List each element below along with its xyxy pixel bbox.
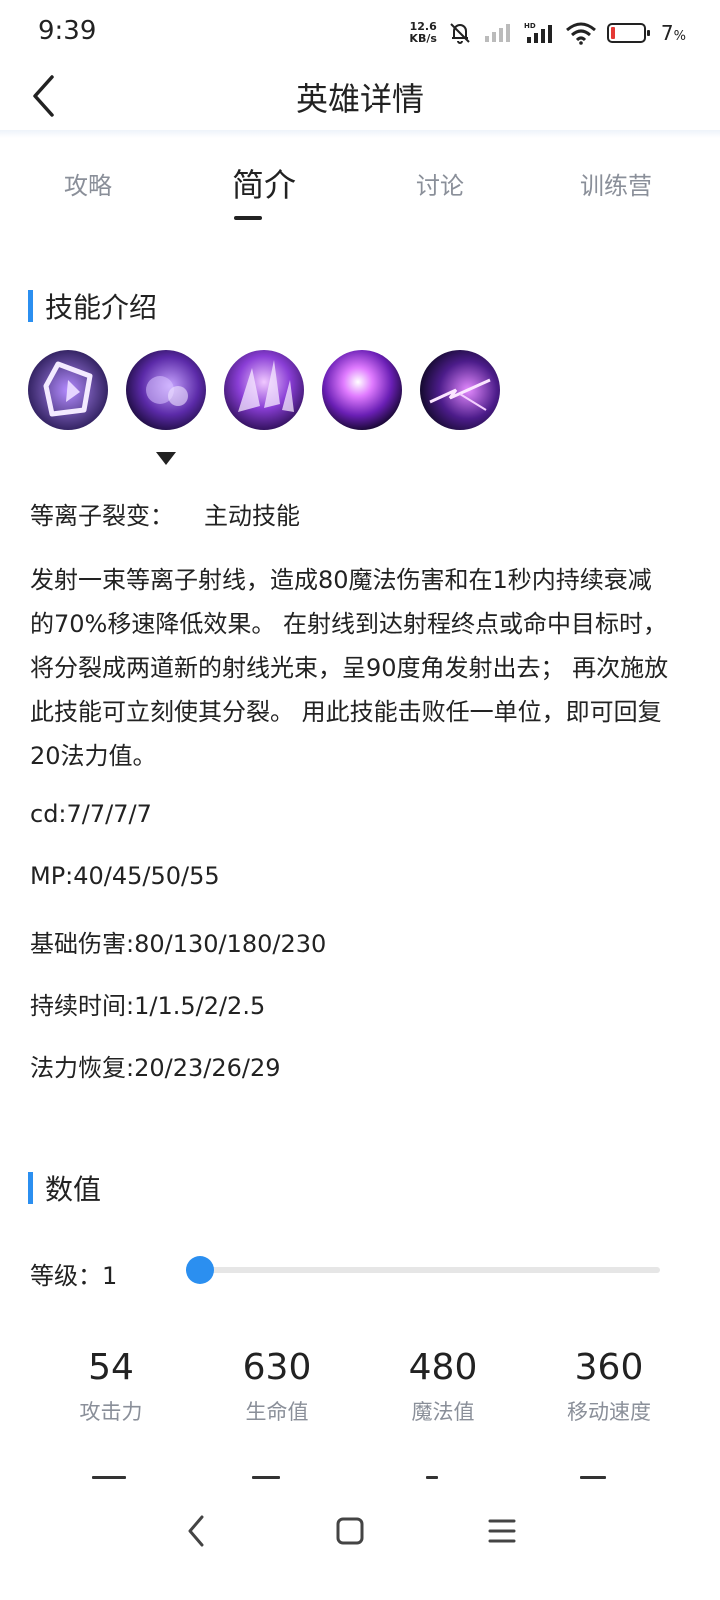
skill-description: 发射一束等离子射线，造成80魔法伤害和在1秒内持续衰减的70%移速降低效果。 在… bbox=[30, 566, 669, 770]
skill-icons bbox=[28, 350, 500, 430]
status-bar: 9:39 12.6 KB/s HD 7% bbox=[0, 0, 720, 66]
level-label: 等级：1 bbox=[30, 1256, 117, 1291]
svg-text:HD: HD bbox=[524, 22, 536, 30]
stat-attack-value: 54 bbox=[88, 1347, 134, 1388]
level-label-text: 等级： bbox=[30, 1262, 102, 1290]
stat-move-speed-label: 移动速度 bbox=[567, 1400, 651, 1424]
signal-empty-icon bbox=[483, 22, 513, 44]
skill-3-crystal-burst-icon[interactable] bbox=[224, 350, 304, 430]
skill-stat-base-damage: 基础伤害:80/130/180/230 bbox=[30, 930, 327, 958]
tab-intro[interactable]: 简介 bbox=[232, 160, 296, 206]
skills-section-title: 技能介绍 bbox=[45, 291, 158, 324]
skills-section-header: 技能介绍 bbox=[28, 288, 157, 324]
level-slider-track bbox=[186, 1267, 660, 1273]
stat-health-value: 630 bbox=[242, 1347, 312, 1388]
network-speed: 12.6 KB/s bbox=[409, 21, 436, 45]
stat-move-speed-value: 360 bbox=[574, 1347, 644, 1388]
status-time: 9:39 bbox=[38, 16, 97, 46]
tab-discussion[interactable]: 讨论 bbox=[416, 166, 464, 201]
stat-mana-value: 480 bbox=[408, 1347, 478, 1388]
hero-detail-screen: 9:39 12.6 KB/s HD 7% 英雄详情 攻略 简介 讨论 训练营 技… bbox=[0, 0, 720, 1600]
header-divider bbox=[0, 130, 720, 138]
bell-muted-icon bbox=[447, 20, 473, 46]
tab-training[interactable]: 训练营 bbox=[580, 166, 652, 201]
stat-health: 630 生命值 bbox=[194, 1346, 360, 1426]
skill-name: 等离子裂变： bbox=[30, 502, 174, 530]
stat-health-label: 生命值 bbox=[245, 1400, 309, 1424]
skill-stat-cooldown: cd:7/7/7/7 bbox=[30, 800, 152, 828]
back-nav-icon bbox=[188, 1515, 204, 1547]
signal-hd-icon: HD bbox=[523, 21, 555, 45]
stat-attack-label: 攻击力 bbox=[79, 1400, 143, 1424]
selected-skill-pointer bbox=[156, 452, 176, 465]
skill-1-plasma-rune-icon[interactable] bbox=[28, 350, 108, 430]
stat-attack: 54 攻击力 bbox=[28, 1346, 194, 1426]
skill-stat-duration: 持续时间:1/1.5/2/2.5 bbox=[30, 992, 266, 1020]
page-title: 英雄详情 bbox=[295, 80, 424, 118]
nav-menu-button[interactable] bbox=[472, 1506, 532, 1556]
values-section-title: 数值 bbox=[45, 1173, 102, 1206]
section-accent-bar bbox=[28, 290, 33, 322]
home-nav-icon bbox=[336, 1517, 364, 1545]
battery-icon bbox=[606, 22, 651, 44]
skill-5-lightning-split-icon[interactable] bbox=[420, 350, 500, 430]
status-icons: 12.6 KB/s HD 7% bbox=[409, 18, 686, 48]
tab-bar: 攻略 简介 讨论 训练营 bbox=[0, 160, 720, 230]
section-accent-bar bbox=[28, 1172, 33, 1204]
skill-name-row: 等离子裂变： 主动技能 bbox=[30, 496, 300, 531]
skill-2-smoke-orb-icon[interactable] bbox=[126, 350, 206, 430]
skill-4-violet-explosion-icon[interactable] bbox=[322, 350, 402, 430]
menu-nav-icon bbox=[488, 1519, 516, 1543]
nav-home-button[interactable] bbox=[320, 1506, 380, 1556]
skill-stat-mana-restore: 法力恢复:20/23/26/29 bbox=[30, 1054, 281, 1082]
tab-guide[interactable]: 攻略 bbox=[64, 166, 112, 201]
stat-mana: 480 魔法值 bbox=[360, 1346, 526, 1426]
app-header: 英雄详情 bbox=[0, 66, 720, 130]
values-section-header: 数值 bbox=[28, 1170, 101, 1206]
skill-stat-mana-cost: MP:40/45/50/55 bbox=[30, 862, 220, 890]
network-speed-unit: KB/s bbox=[409, 32, 437, 45]
nav-back-button[interactable] bbox=[166, 1506, 226, 1556]
skill-type: 主动技能 bbox=[204, 502, 300, 530]
tab-active-indicator bbox=[234, 216, 262, 220]
system-nav-bar bbox=[0, 1488, 720, 1600]
hero-stats: 54 攻击力 630 生命值 480 魔法值 360 移动速度 bbox=[28, 1346, 692, 1426]
level-slider[interactable] bbox=[186, 1256, 660, 1284]
stat-move-speed: 360 移动速度 bbox=[526, 1346, 692, 1426]
level-value: 1 bbox=[102, 1262, 118, 1290]
level-slider-thumb[interactable] bbox=[186, 1256, 214, 1284]
battery-percent: 7% bbox=[660, 21, 686, 45]
wifi-icon bbox=[565, 21, 597, 45]
hero-stats-next-row-clipped bbox=[28, 1474, 692, 1486]
stat-mana-label: 魔法值 bbox=[411, 1400, 475, 1424]
